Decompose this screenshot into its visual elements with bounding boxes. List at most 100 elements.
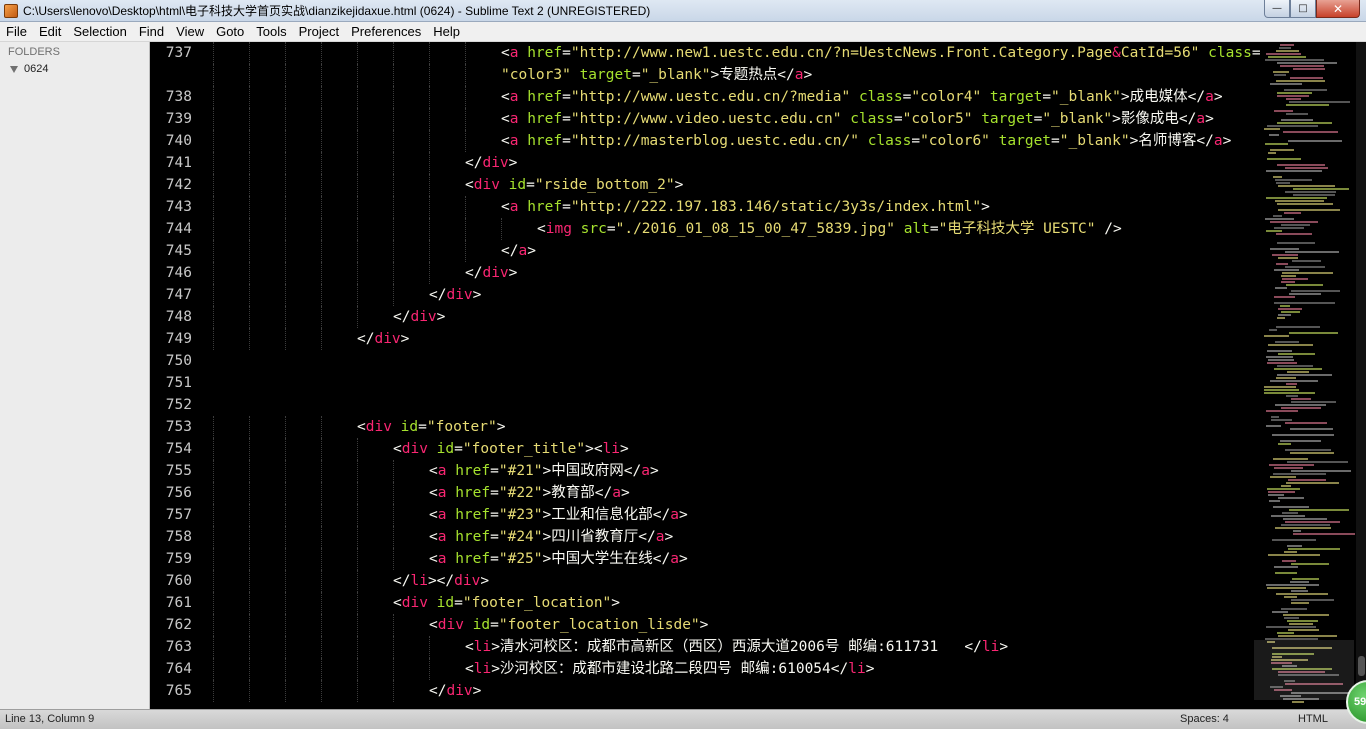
indent-guide	[285, 658, 286, 680]
minimap-line	[1289, 101, 1350, 103]
code-text: </a>	[501, 240, 536, 262]
indent-guide	[321, 438, 322, 460]
code-line[interactable]: 761 <div id="footer_location">	[150, 592, 1250, 614]
code-line[interactable]: 754 <div id="footer_title"><li>	[150, 438, 1250, 460]
indent-guide	[213, 86, 214, 108]
code-token: </	[465, 155, 483, 171]
indent-guide	[321, 570, 322, 592]
code-token: div	[454, 573, 481, 589]
scrollbar-thumb[interactable]	[1358, 656, 1365, 676]
indent-guide	[249, 460, 250, 482]
maximize-button[interactable]: □	[1290, 0, 1316, 18]
code-line[interactable]: 737 <a href="http://www.new1.uestc.edu.cn…	[150, 42, 1261, 64]
line-number: 758	[165, 529, 192, 545]
minimap-line	[1264, 335, 1289, 337]
code-line[interactable]: 745 </a>	[150, 240, 1250, 262]
code-lines[interactable]: 737 <a href="http://www.new1.uestc.edu.cn…	[150, 42, 1261, 702]
maximize-icon: □	[1298, 3, 1308, 14]
close-button[interactable]: ✕	[1316, 0, 1360, 18]
indent-guide	[285, 504, 286, 526]
indent-guide	[393, 108, 394, 130]
code-token: =	[1033, 111, 1043, 127]
code-line[interactable]: 759 <a href="#25">中国大学生在线</a>	[150, 548, 1250, 570]
code-line[interactable]: 744 <img src="./2016_01_08_15_00_47_5839.…	[150, 218, 1250, 240]
indent-guide	[285, 196, 286, 218]
code-line[interactable]: 741 </div>	[150, 152, 1250, 174]
line-number: 747	[165, 287, 192, 303]
indent-guide	[357, 196, 358, 218]
code-line[interactable]: 743 <a href="http://222.197.183.146/stati…	[150, 196, 1250, 218]
menu-goto[interactable]: Goto	[210, 24, 250, 39]
minimap-line	[1276, 233, 1312, 235]
code-line[interactable]: 739 <a href="http://www.video.uestc.edu.c…	[150, 108, 1250, 130]
menu-view[interactable]: View	[170, 24, 210, 39]
code-line[interactable]: 738 <a href="http://www.uestc.edu.cn/?med…	[150, 86, 1250, 108]
code-line[interactable]: 752	[150, 394, 1250, 416]
sidebar-folder-0624[interactable]: 0624	[0, 60, 149, 78]
code-line[interactable]: 748 </div>	[150, 306, 1250, 328]
code-line[interactable]: 753 <div id="footer">	[150, 416, 1250, 438]
code-line[interactable]: 760 </li></div>	[150, 570, 1250, 592]
menu-help[interactable]: Help	[427, 24, 466, 39]
minimap-line	[1273, 506, 1309, 508]
menu-edit[interactable]: Edit	[33, 24, 67, 39]
code-token: =	[454, 595, 463, 611]
menu-project[interactable]: Project	[293, 24, 345, 39]
code-text: <a href="#21">中国政府网</a>	[429, 460, 659, 482]
menu-tools[interactable]: Tools	[250, 24, 292, 39]
code-text: </div>	[465, 152, 517, 174]
code-line[interactable]: 758 <a href="#24">四川省教育厅</a>	[150, 526, 1250, 548]
code-token: a	[670, 507, 679, 523]
minimap-line	[1291, 602, 1309, 604]
indent-guide	[249, 482, 250, 504]
code-line[interactable]: 750	[150, 350, 1250, 372]
syntax-mode[interactable]: HTML	[1298, 713, 1328, 725]
menu-find[interactable]: Find	[133, 24, 170, 39]
minimap-viewport[interactable]	[1254, 640, 1354, 700]
expand-triangle-icon[interactable]	[10, 65, 18, 73]
code-editor[interactable]: 737 <a href="http://www.new1.uestc.edu.cn…	[150, 42, 1366, 709]
code-line[interactable]: 749 </div>	[150, 328, 1250, 350]
code-token: >	[620, 441, 629, 457]
indent-guide	[429, 42, 430, 64]
code-line[interactable]: 755 <a href="#21">中国政府网</a>	[150, 460, 1250, 482]
menu-preferences[interactable]: Preferences	[345, 24, 427, 39]
line-number: 748	[165, 309, 192, 325]
code-token: <	[465, 177, 474, 193]
code-line[interactable]: 756 <a href="#22">教育部</a>	[150, 482, 1250, 504]
code-line[interactable]: "color3" target="_blank">专题热点</a>	[150, 64, 1250, 86]
code-line[interactable]: 763 <li>清水河校区：成都市高新区（西区）西源大道2006号 邮编:6117…	[150, 636, 1250, 658]
code-line[interactable]: 746 </div>	[150, 262, 1250, 284]
minimap[interactable]	[1256, 42, 1356, 709]
menu-file[interactable]: File	[0, 24, 33, 39]
minimap-line	[1267, 350, 1292, 352]
indent-guide	[213, 592, 214, 614]
code-line[interactable]: 742 <div id="rside_bottom_2">	[150, 174, 1250, 196]
code-line[interactable]: 751	[150, 372, 1250, 394]
code-line[interactable]: 765 </div>	[150, 680, 1250, 702]
indent-guide	[321, 218, 322, 240]
indentation-setting[interactable]: Spaces: 4	[1180, 713, 1229, 725]
code-token: "#21"	[498, 463, 543, 479]
minimap-line	[1285, 266, 1325, 268]
code-token: >	[699, 617, 709, 633]
code-token: "#25"	[498, 551, 543, 567]
minimap-line	[1283, 131, 1338, 133]
code-line[interactable]: 762 <div id="footer_location_lisde">	[150, 614, 1250, 636]
code-token: href	[455, 485, 491, 501]
code-line[interactable]: 757 <a href="#23">工业和信息化部</a>	[150, 504, 1250, 526]
menu-selection[interactable]: Selection	[67, 24, 132, 39]
code-line[interactable]: 740 <a href="http://masterblog.uestc.edu.…	[150, 130, 1250, 152]
code-token: li	[602, 441, 621, 457]
code-token: =	[418, 419, 427, 435]
minimize-button[interactable]: —	[1264, 0, 1290, 18]
vertical-scrollbar[interactable]	[1356, 42, 1366, 709]
indent-guide	[213, 262, 214, 284]
code-line[interactable]: 747 </div>	[150, 284, 1250, 306]
minimap-line	[1277, 632, 1294, 634]
minimap-line	[1282, 272, 1333, 274]
code-line[interactable]: 764 <li>沙河校区：成都市建设北路二段四号 邮编:610054</li>	[150, 658, 1250, 680]
